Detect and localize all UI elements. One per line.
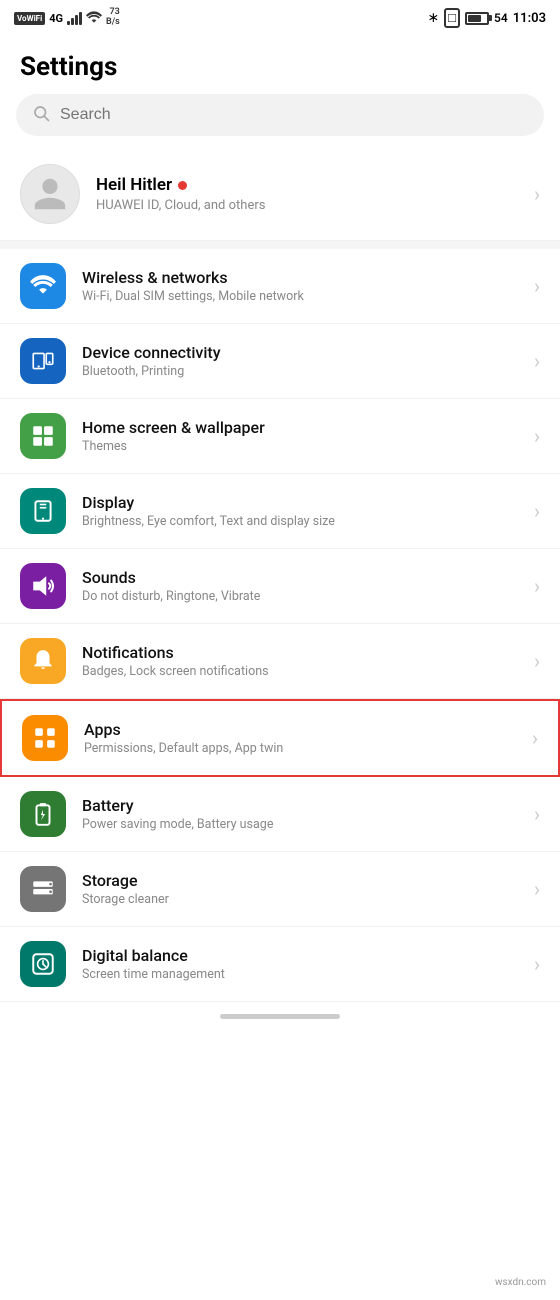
home-pill — [220, 1014, 340, 1019]
display-title: Display — [82, 493, 518, 512]
storage-chevron-icon: › — [534, 877, 540, 901]
wifi-icon — [86, 11, 102, 25]
digital-balance-title: Digital balance — [82, 946, 518, 965]
wireless-subtitle: Wi-Fi, Dual SIM settings, Mobile network — [82, 289, 518, 304]
apps-text: Apps Permissions, Default apps, App twin — [84, 720, 516, 756]
time-display: 11:03 — [513, 11, 546, 26]
apps-title: Apps — [84, 720, 516, 739]
battery-icon — [465, 12, 489, 25]
section-divider — [0, 241, 560, 249]
notifications-chevron-icon: › — [534, 649, 540, 673]
display-chevron-icon: › — [534, 499, 540, 523]
display-subtitle: Brightness, Eye comfort, Text and displa… — [82, 514, 518, 529]
display-icon — [20, 488, 66, 534]
apps-subtitle: Permissions, Default apps, App twin — [84, 741, 516, 756]
notifications-icon — [20, 638, 66, 684]
battery-text: Battery Power saving mode, Battery usage — [82, 796, 518, 832]
device-connectivity-icon — [20, 338, 66, 384]
notifications-text: Notifications Badges, Lock screen notifi… — [82, 643, 518, 679]
network-type: 4G — [49, 12, 63, 25]
profile-subtitle: HUAWEI ID, Cloud, and others — [96, 198, 518, 213]
sounds-title: Sounds — [82, 568, 518, 587]
sounds-icon — [20, 563, 66, 609]
search-bar[interactable] — [16, 94, 544, 136]
device-connectivity-text: Device connectivity Bluetooth, Printing — [82, 343, 518, 379]
profile-info: Heil Hitler HUAWEI ID, Cloud, and others — [96, 175, 518, 213]
battery-chevron-icon: › — [534, 802, 540, 826]
home-screen-text: Home screen & wallpaper Themes — [82, 418, 518, 454]
avatar — [20, 164, 80, 224]
sounds-text: Sounds Do not disturb, Ringtone, Vibrate — [82, 568, 518, 604]
settings-item-sounds[interactable]: Sounds Do not disturb, Ringtone, Vibrate… — [0, 549, 560, 624]
home-screen-icon — [20, 413, 66, 459]
status-bar: VoWiFi 4G 73B/s ∗ □ 54 11:03 — [0, 0, 560, 36]
settings-item-device-connectivity[interactable]: Device connectivity Bluetooth, Printing … — [0, 324, 560, 399]
settings-item-display[interactable]: Display Brightness, Eye comfort, Text an… — [0, 474, 560, 549]
wireless-chevron-icon: › — [534, 274, 540, 298]
storage-icon — [20, 866, 66, 912]
profile-chevron-icon: › — [534, 182, 540, 206]
storage-text: Storage Storage cleaner — [82, 871, 518, 907]
settings-item-notifications[interactable]: Notifications Badges, Lock screen notifi… — [0, 624, 560, 699]
battery-level: 54 — [494, 11, 508, 25]
profile-name: Heil Hitler — [96, 175, 518, 195]
profile-section[interactable]: Heil Hitler HUAWEI ID, Cloud, and others… — [0, 148, 560, 241]
device-connectivity-chevron-icon: › — [534, 349, 540, 373]
vowifi-indicator: VoWiFi — [14, 12, 45, 25]
display-text: Display Brightness, Eye comfort, Text an… — [82, 493, 518, 529]
search-input[interactable] — [60, 106, 528, 124]
status-left: VoWiFi 4G 73B/s — [14, 8, 120, 28]
digital-balance-chevron-icon: › — [534, 952, 540, 976]
digital-balance-text: Digital balance Screen time management — [82, 946, 518, 982]
digital-balance-subtitle: Screen time management — [82, 967, 518, 982]
vibrate-icon: □ — [444, 8, 460, 28]
settings-item-digital-balance[interactable]: Digital balance Screen time management › — [0, 927, 560, 1002]
sounds-subtitle: Do not disturb, Ringtone, Vibrate — [82, 589, 518, 604]
apps-icon — [22, 715, 68, 761]
profile-name-text: Heil Hitler — [96, 175, 172, 195]
settings-item-storage[interactable]: Storage Storage cleaner › — [0, 852, 560, 927]
digital-balance-icon — [20, 941, 66, 987]
apps-chevron-icon: › — [532, 726, 538, 750]
battery-title: Battery — [82, 796, 518, 815]
sounds-chevron-icon: › — [534, 574, 540, 598]
settings-item-apps[interactable]: Apps Permissions, Default apps, App twin… — [0, 699, 560, 777]
notifications-title: Notifications — [82, 643, 518, 662]
network-speed: 73B/s — [106, 8, 120, 28]
page-title: Settings — [0, 36, 560, 94]
home-screen-subtitle: Themes — [82, 439, 518, 454]
settings-item-home-screen[interactable]: Home screen & wallpaper Themes › — [0, 399, 560, 474]
settings-list: Wireless & networks Wi-Fi, Dual SIM sett… — [0, 249, 560, 1002]
battery-settings-icon — [20, 791, 66, 837]
online-status-dot — [178, 181, 187, 190]
settings-item-wireless[interactable]: Wireless & networks Wi-Fi, Dual SIM sett… — [0, 249, 560, 324]
notifications-subtitle: Badges, Lock screen notifications — [82, 664, 518, 679]
home-bar — [0, 1002, 560, 1031]
home-screen-chevron-icon: › — [534, 424, 540, 448]
home-screen-title: Home screen & wallpaper — [82, 418, 518, 437]
watermark: wsxdn.com — [491, 1275, 550, 1290]
storage-title: Storage — [82, 871, 518, 890]
storage-subtitle: Storage cleaner — [82, 892, 518, 907]
device-connectivity-subtitle: Bluetooth, Printing — [82, 364, 518, 379]
signal-strength — [67, 11, 82, 25]
search-icon — [32, 104, 50, 126]
settings-item-battery[interactable]: Battery Power saving mode, Battery usage… — [0, 777, 560, 852]
wireless-title: Wireless & networks — [82, 268, 518, 287]
wireless-icon — [20, 263, 66, 309]
status-right: ∗ □ 54 11:03 — [427, 8, 546, 28]
device-connectivity-title: Device connectivity — [82, 343, 518, 362]
wireless-text: Wireless & networks Wi-Fi, Dual SIM sett… — [82, 268, 518, 304]
battery-subtitle: Power saving mode, Battery usage — [82, 817, 518, 832]
bluetooth-icon: ∗ — [427, 10, 439, 26]
